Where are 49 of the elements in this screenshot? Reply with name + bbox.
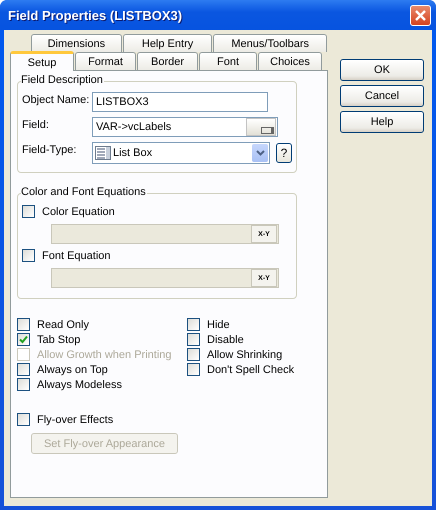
checkbox[interactable]	[187, 363, 200, 376]
checkbox-label: Tab Stop	[37, 334, 80, 346]
checkbox[interactable]	[22, 249, 35, 262]
field-label: Field-Type:	[22, 143, 78, 156]
field-label: Object Name:	[22, 93, 90, 106]
checkbox-label: Read Only	[37, 318, 89, 330]
checkbox[interactable]	[187, 333, 200, 346]
list-box-icon	[95, 146, 111, 160]
tab[interactable]: Help Entry	[122, 34, 212, 52]
tab[interactable]: Setup	[10, 51, 74, 71]
close-icon	[414, 8, 427, 22]
checkbox[interactable]	[17, 378, 30, 391]
tab[interactable]: Menus/Toolbars	[213, 34, 327, 52]
field-picker-icon	[261, 127, 275, 135]
close-button[interactable]	[410, 4, 431, 26]
dialog-button[interactable]: OK	[340, 59, 424, 81]
checkbox[interactable]	[17, 333, 30, 346]
checkbox-label: Allow Growth when Printing	[37, 348, 172, 360]
field-label: Field:	[22, 118, 50, 131]
browse-button[interactable]	[246, 118, 276, 136]
checkbox-label: Allow Shrinking	[207, 348, 282, 360]
checkbox[interactable]	[187, 318, 200, 331]
tab[interactable]: Dimensions	[31, 34, 122, 52]
checkbox[interactable]	[17, 413, 30, 426]
field-input[interactable]: VAR->vcLabels	[92, 117, 278, 137]
window-title: Field Properties (LISTBOX3)	[8, 8, 182, 22]
checkbox-label: Font Equation	[42, 250, 110, 262]
checkbox-label: Always Modeless	[37, 378, 122, 390]
checkbox[interactable]	[17, 363, 30, 376]
checkbox-label: Disable	[207, 334, 244, 346]
checkbox[interactable]	[187, 348, 200, 361]
help-button[interactable]: ?	[276, 143, 292, 163]
group-title: Color and Font Equations	[21, 186, 147, 198]
tab[interactable]: Font	[199, 52, 257, 70]
checkbox-label: Don't Spell Check	[207, 364, 294, 376]
checkbox-label: Always on Top	[37, 364, 108, 376]
dialog-button[interactable]: Help	[340, 111, 424, 133]
checkbox[interactable]	[22, 205, 35, 218]
checkbox-label: Fly-over Effects	[37, 414, 114, 426]
tab[interactable]: Border	[137, 52, 198, 70]
group-title: Field Description	[21, 74, 104, 86]
tab[interactable]: Format	[75, 52, 136, 70]
checkbox-label: Hide	[207, 318, 230, 330]
dialog-button[interactable]: Cancel	[340, 85, 424, 107]
checkbox-label: Color Equation	[42, 206, 115, 218]
field-type-dropdown[interactable]: List Box	[92, 142, 270, 164]
object-name-field[interactable]: LISTBOX3	[92, 92, 268, 112]
checkbox[interactable]	[17, 318, 30, 331]
tab[interactable]: Choices	[258, 52, 322, 70]
